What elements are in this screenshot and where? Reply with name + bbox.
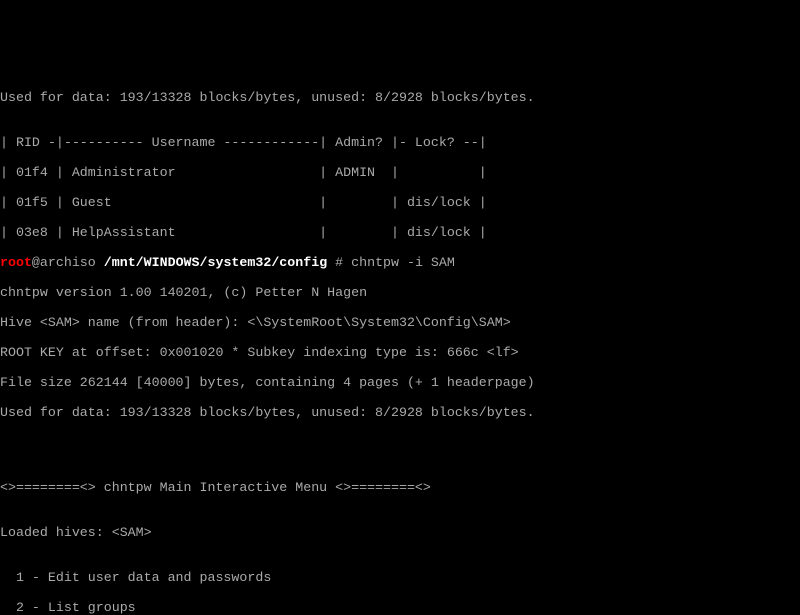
user-table-row: | 01f5 | Guest | | dis/lock | [0, 195, 800, 210]
output-line: Used for data: 193/13328 blocks/bytes, u… [0, 405, 800, 420]
output-line: Used for data: 193/13328 blocks/bytes, u… [0, 90, 800, 105]
user-table-row: | 03e8 | HelpAssistant | | dis/lock | [0, 225, 800, 240]
menu-heading: <>========<> chntpw Main Interactive Men… [0, 480, 800, 495]
prompt-sep [96, 255, 104, 270]
prompt-user: root [0, 255, 32, 270]
output-line: chntpw version 1.00 140201, (c) Petter N… [0, 285, 800, 300]
output-line: Hive <SAM> name (from header): <\SystemR… [0, 315, 800, 330]
prompt-host: archiso [40, 255, 96, 270]
menu-item: 2 - List groups [0, 600, 800, 615]
menu-item: 1 - Edit user data and passwords [0, 570, 800, 585]
prompt-cwd: /mnt/WINDOWS/system32/config [104, 255, 327, 270]
entered-command: chntpw -i SAM [351, 255, 455, 270]
output-line: ROOT KEY at offset: 0x001020 * Subkey in… [0, 345, 800, 360]
user-table-header: | RID -|---------- Username ------------… [0, 135, 800, 150]
output-line: File size 262144 [40000] bytes, containi… [0, 375, 800, 390]
shell-prompt: root@archiso /mnt/WINDOWS/system32/confi… [0, 255, 800, 270]
terminal[interactable]: Used for data: 193/13328 blocks/bytes, u… [0, 75, 800, 615]
user-table-row: | 01f4 | Administrator | ADMIN | | [0, 165, 800, 180]
prompt-at: @ [32, 255, 40, 270]
prompt-hash: # [327, 255, 351, 270]
output-line: Loaded hives: <SAM> [0, 525, 800, 540]
